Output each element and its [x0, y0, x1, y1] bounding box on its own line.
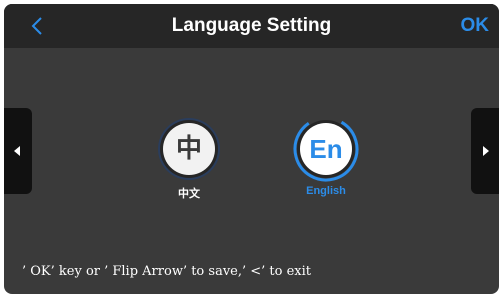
ok-button[interactable]: OK: [461, 4, 490, 48]
language-label-english: English: [306, 185, 346, 197]
language-circle-selected: En: [293, 116, 359, 182]
chinese-glyph: 中: [175, 134, 202, 164]
triangle-right-icon: [483, 146, 489, 156]
previous-arrow-button[interactable]: [4, 108, 32, 194]
header-bar: Language Setting OK: [4, 4, 499, 48]
language-setting-screen: Language Setting OK 中 中文 En English ’ OK…: [4, 4, 499, 294]
instruction-text: ’ OK’ key or ’ Flip Arrow’ to save,’ <’ …: [22, 264, 311, 279]
language-option-chinese[interactable]: 中 中文: [157, 123, 221, 201]
triangle-left-icon: [14, 146, 20, 156]
back-button[interactable]: [26, 12, 50, 40]
page-title: Language Setting: [171, 15, 332, 36]
language-option-english[interactable]: En English: [287, 116, 365, 197]
language-circle: 中: [163, 123, 215, 175]
chevron-left-icon: [31, 17, 42, 35]
next-arrow-button[interactable]: [471, 108, 499, 194]
language-label-chinese: 中文: [178, 187, 200, 200]
english-glyph: En: [309, 134, 343, 164]
